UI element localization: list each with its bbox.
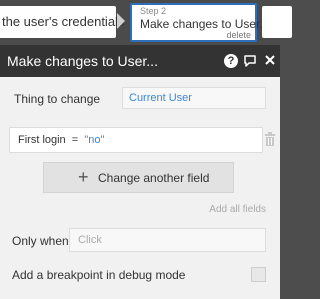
step-2-title: Make changes to User... — [140, 17, 270, 31]
breakpoint-label: Add a breakpoint in debug mode — [12, 268, 186, 282]
step-arrow-icon — [117, 13, 125, 29]
workflow-step-2[interactable]: Step 2 Make changes to User... delete — [130, 3, 269, 42]
field-name: First login = — [18, 134, 85, 146]
close-icon[interactable] — [264, 54, 278, 68]
comment-icon[interactable] — [243, 54, 257, 68]
panel-header: Make changes to User... ? — [0, 45, 280, 77]
change-another-field-button[interactable]: + Change another field — [43, 162, 234, 193]
workflow-step-1[interactable]: the user's credentials — [0, 6, 124, 38]
add-all-fields-link[interactable]: Add all fields — [209, 204, 266, 215]
breakpoint-checkbox[interactable] — [251, 267, 266, 282]
trash-icon[interactable] — [265, 132, 275, 146]
only-when-label: Only when — [12, 234, 69, 248]
field-value: "no" — [84, 134, 105, 146]
panel-title: Make changes to User... — [7, 53, 158, 69]
thing-to-change-label: Thing to change — [14, 92, 101, 106]
panel-body: Thing to change Current User First login… — [0, 77, 280, 299]
step-1-title: the user's credentials — [2, 14, 125, 29]
step-2-label: Step 2 — [140, 6, 167, 16]
change-another-field-label: Change another field — [98, 171, 210, 185]
workflow-steps-bar: the user's credentials Step 2 Make chang… — [0, 0, 292, 45]
thing-to-change-field[interactable]: Current User — [122, 87, 266, 109]
workflow-step-3[interactable] — [262, 6, 292, 38]
field-change-expression: First login = "no" — [18, 134, 104, 146]
step-delete-link[interactable]: delete — [226, 30, 251, 40]
action-properties-panel: Make changes to User... ? Thing to chang… — [0, 45, 280, 299]
plus-icon: + — [78, 167, 89, 187]
only-when-input[interactable]: Click — [69, 228, 266, 252]
field-change-row[interactable]: First login = "no" — [9, 127, 263, 153]
help-icon[interactable]: ? — [224, 54, 238, 68]
